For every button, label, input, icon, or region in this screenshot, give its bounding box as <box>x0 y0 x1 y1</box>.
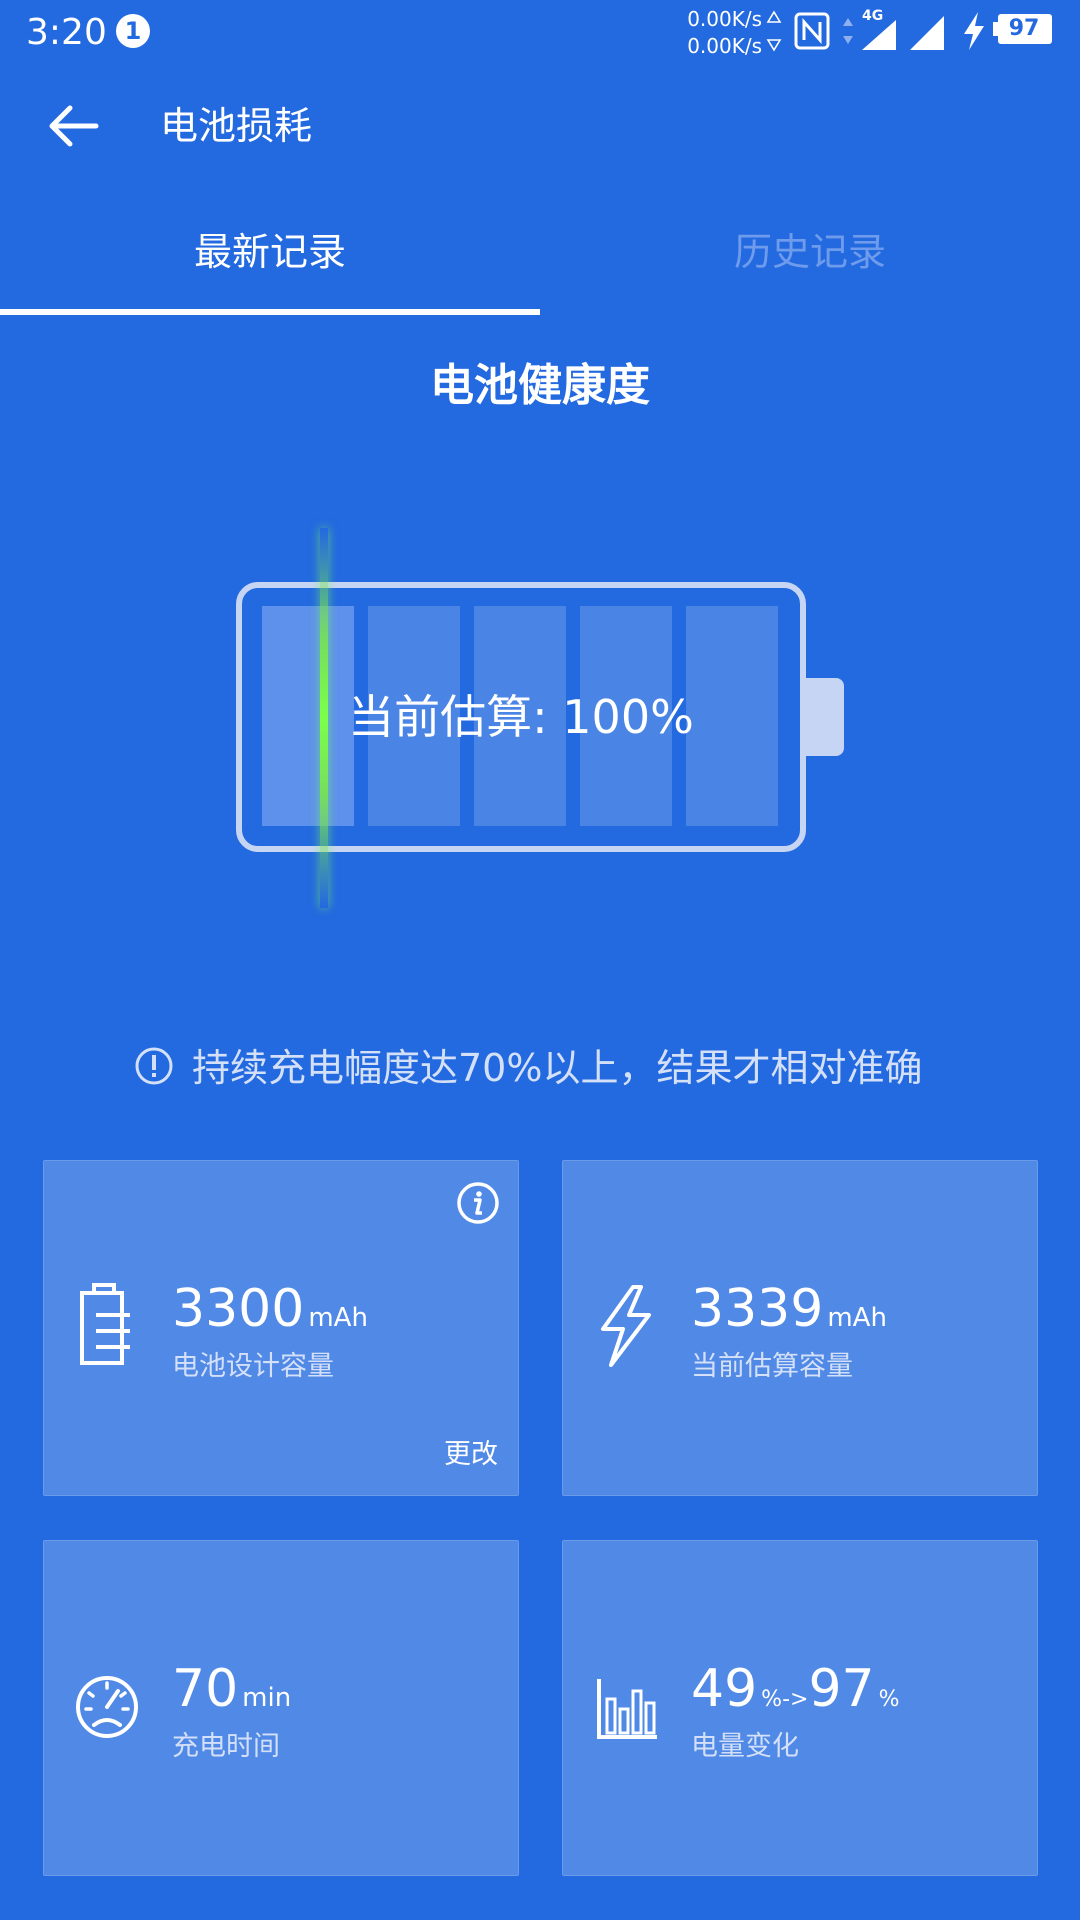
page-title: 电池损耗 <box>160 104 313 148</box>
level-change-card: 49 %->97% 电量变化 <box>562 1540 1038 1876</box>
battery-level-text: 97 <box>1008 16 1040 41</box>
design-capacity-label: 电池设计容量 <box>172 1351 334 1382</box>
charge-time-label: 充电时间 <box>172 1731 280 1762</box>
estimated-capacity-label: 当前估算容量 <box>691 1351 853 1382</box>
accuracy-notice: 持续充电幅度达70%以上，结果才相对准确 <box>192 1046 923 1090</box>
upload-speed: 0.00K/s <box>687 7 762 31</box>
signal-icon <box>910 16 944 50</box>
design-capacity-value: 3300 mAh <box>172 1279 368 1348</box>
back-button[interactable] <box>40 96 110 156</box>
network-speed: 0.00K/s 0.00K/s <box>672 6 762 60</box>
level-to: 97 <box>808 1659 875 1719</box>
network-arrows-icon <box>766 10 782 52</box>
design-capacity-number: 3300 <box>172 1279 305 1339</box>
estimated-capacity-unit: mAh <box>827 1303 887 1333</box>
battery-capacity-icon <box>80 1283 130 1365</box>
bar-chart-icon <box>597 1679 657 1739</box>
level-from: 49 <box>691 1659 758 1719</box>
battery-health-title: 电池健康度 <box>430 360 650 411</box>
charge-time-number: 70 <box>172 1659 239 1719</box>
tab-history-records[interactable]: 历史记录 <box>540 222 1080 302</box>
tab-indicator <box>0 309 540 315</box>
charge-time-value: 70 min <box>172 1659 291 1728</box>
charge-time-unit: min <box>242 1683 292 1713</box>
data-arrows-icon <box>843 18 853 44</box>
nfc-icon <box>794 12 830 50</box>
level-unit: % <box>878 1687 900 1712</box>
battery-tip <box>800 678 844 756</box>
charge-time-card: 70 min 充电时间 <box>43 1540 519 1876</box>
info-icon[interactable] <box>456 1181 500 1225</box>
charging-bolt-icon <box>964 12 984 50</box>
level-change-arrow: %-> <box>761 1687 809 1712</box>
status-time: 3:20 <box>26 12 107 53</box>
estimated-capacity-card: 3339 mAh 当前估算容量 <box>562 1160 1038 1496</box>
speedometer-icon <box>76 1676 138 1738</box>
lightning-bolt-icon <box>601 1285 651 1367</box>
exclamation-circle-icon <box>135 1047 173 1085</box>
notification-count-icon: 1 <box>116 14 150 48</box>
battery-wear-screen: 3:20 1 0.00K/s 0.00K/s 4G 97 电池损耗 最新记录 历… <box>0 0 1080 1920</box>
status-bar: 3:20 1 0.00K/s 0.00K/s 4G 97 <box>0 0 1080 66</box>
design-capacity-card: 3300 mAh 电池设计容量 更改 <box>43 1160 519 1496</box>
network-type-label: 4G <box>862 8 884 24</box>
estimated-capacity-value: 3339 mAh <box>691 1279 887 1348</box>
level-change-label: 电量变化 <box>691 1731 799 1762</box>
change-capacity-button[interactable]: 更改 <box>444 1437 498 1473</box>
level-change-value: 49 %->97% <box>691 1659 900 1730</box>
estimated-capacity-number: 3339 <box>691 1279 824 1339</box>
design-capacity-unit: mAh <box>308 1303 368 1333</box>
tab-latest-records[interactable]: 最新记录 <box>0 222 540 302</box>
arrow-left-icon <box>49 105 99 147</box>
health-estimate: 当前估算: 100% <box>348 690 694 744</box>
download-speed: 0.00K/s <box>687 34 762 58</box>
